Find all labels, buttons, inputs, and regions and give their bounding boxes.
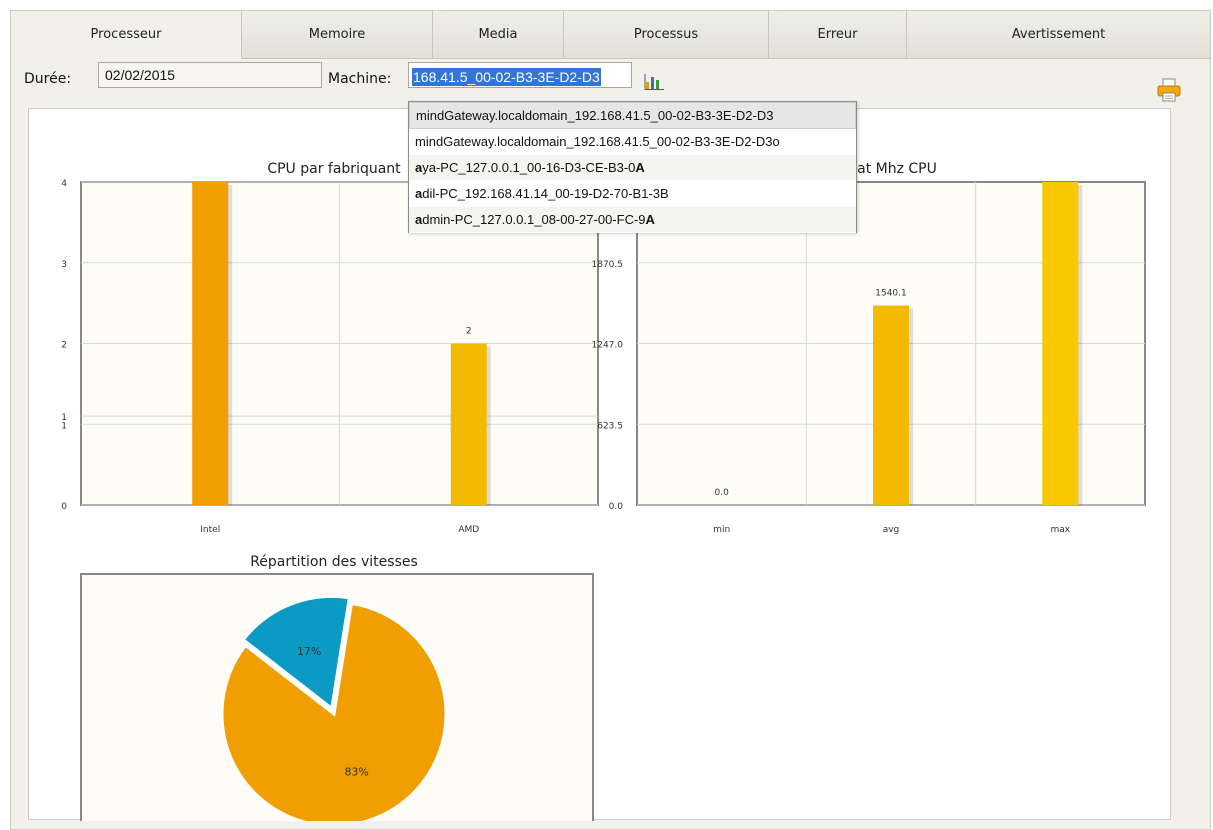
- match-suffix: A: [645, 212, 655, 227]
- machine-dropdown: mindGateway.localdomain_192.168.41.5_00-…: [408, 101, 857, 233]
- x-tick-label: min: [713, 525, 730, 535]
- tab-memoire[interactable]: Memoire: [242, 11, 433, 59]
- x-tick-label: max: [1051, 525, 1071, 535]
- option-text: dmin-PC_127.0.0.1_08-00-27-00-FC-9: [422, 212, 646, 227]
- x-tick-label: AMD: [458, 525, 479, 535]
- dropdown-option[interactable]: mindGateway.localdomain_192.168.41.5_00-…: [409, 102, 856, 129]
- data-label: 2: [466, 327, 472, 337]
- option-text: ya-PC_127.0.0.1_00-16-D3-CE-B3-0: [422, 160, 636, 175]
- bar: [450, 343, 487, 505]
- chart-title: Répartition des vitesses: [250, 554, 418, 570]
- y-tick-label: 1870.5: [592, 260, 624, 270]
- slice-label: 83%: [344, 765, 368, 778]
- x-tick-label: avg: [883, 525, 900, 535]
- tab-processeur[interactable]: Processeur: [11, 11, 242, 59]
- duree-input[interactable]: 02/02/2015: [98, 62, 322, 88]
- data-label: 0.0: [715, 488, 730, 498]
- tab-processus[interactable]: Processus: [564, 11, 769, 59]
- tab-avertissement[interactable]: Avertissement: [907, 11, 1211, 59]
- data-label: 1540.1: [875, 289, 907, 299]
- bar: [192, 182, 229, 505]
- y-tick-label: 0: [61, 502, 67, 512]
- y-tick-label: 2: [61, 341, 67, 351]
- slice-label: 17%: [297, 645, 321, 658]
- bar-chart-icon[interactable]: [644, 73, 666, 91]
- tab-media[interactable]: Media: [433, 11, 564, 59]
- y-tick-label: 0.0: [609, 502, 624, 512]
- y-tick-label: 1: [61, 421, 67, 431]
- bar: [873, 305, 909, 505]
- match-suffix: A: [635, 160, 645, 175]
- option-text: dil-PC_192.168.41.14_00-19-D2-70-B1-3B: [422, 186, 669, 201]
- dropdown-option[interactable]: aya-PC_127.0.0.1_00-16-D3-CE-B3-0A: [409, 155, 856, 181]
- bar: [1042, 182, 1079, 505]
- dropdown-option[interactable]: admin-PC_127.0.0.1_08-00-27-00-FC-9A: [409, 207, 856, 233]
- printer-icon[interactable]: [1156, 78, 1182, 102]
- tab-erreur[interactable]: Erreur: [769, 11, 907, 59]
- y-tick-label: 623.5: [597, 421, 623, 431]
- dropdown-option[interactable]: adil-PC_192.168.41.14_00-19-D2-70-B1-3B: [409, 181, 856, 207]
- y-tick-label: 1247.0: [592, 341, 624, 351]
- duree-label: Durée:: [24, 71, 72, 87]
- y-tick-label: 3: [61, 260, 67, 270]
- y-tick-label: 4: [61, 179, 67, 189]
- chart-title: at Mhz CPU: [857, 161, 937, 177]
- machine-input[interactable]: 168.41.5_00-02-B3-3E-D2-D3: [408, 62, 632, 88]
- dropdown-option[interactable]: mindGateway.localdomain_192.168.41.5_00-…: [409, 129, 856, 155]
- x-tick-label: Intel: [200, 525, 220, 535]
- chart-title: CPU par fabriquant: [267, 161, 401, 177]
- tab-bar: Processeur Memoire Media Processus Erreu…: [11, 11, 1211, 60]
- machine-label: Machine:: [328, 71, 392, 87]
- machine-input-value: 168.41.5_00-02-B3-3E-D2-D3: [412, 68, 601, 86]
